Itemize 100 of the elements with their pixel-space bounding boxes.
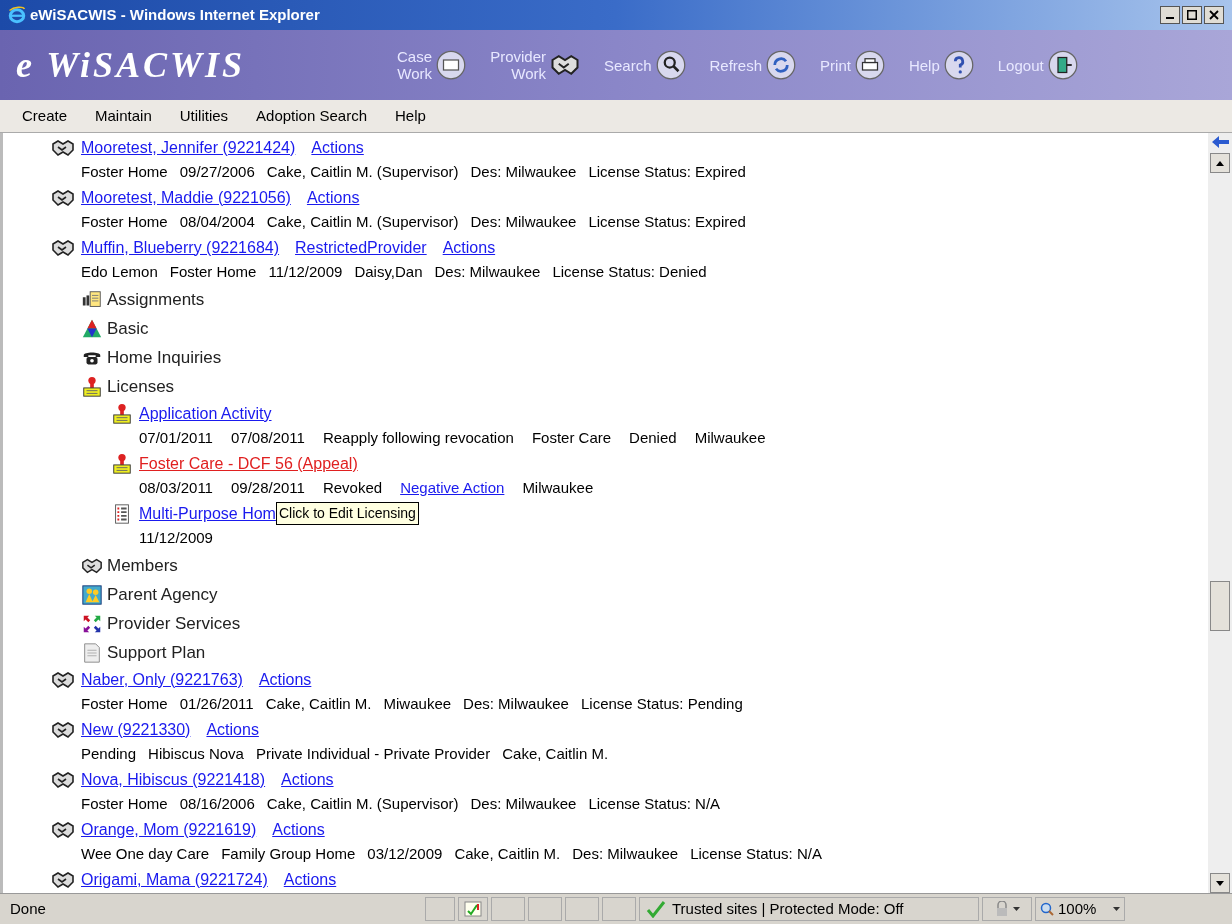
detail-text: License Status: N/A [690,844,822,865]
detail-text: Foster Home [81,212,168,233]
detail-text: Cake, Caitlin M. [265,694,372,715]
detail-text: License Status: Expired [588,162,746,183]
menu-item[interactable]: Maintain [95,104,152,128]
section-label: Basic [107,317,149,340]
zoom-icon [1040,902,1054,916]
section-label: Licenses [107,375,175,398]
menu-item[interactable]: Create [22,104,68,128]
detail-text: 11/12/2009 [268,262,343,283]
printer-icon [854,50,885,80]
detail-text: 01/26/2011 [179,694,254,715]
section-label: Parent Agency [107,583,218,606]
close-button[interactable] [1204,6,1224,24]
page-warning-icon [464,901,482,917]
detail-text: Des: Milwaukee [470,212,577,233]
license-link[interactable]: Multi-Purpose Hom [139,501,276,526]
detail-text: Des: Milwaukee [572,844,679,865]
section-label: Members [107,554,178,577]
detail-text: License Status: N/A [588,794,721,815]
detail-text: Edo Lemon [81,262,158,283]
detail-text: License Status: Expired [588,212,746,233]
actions-link[interactable]: Actions [258,667,312,692]
detail-text: 07/01/2011 [139,428,213,449]
detail-text: 03/12/2009 [367,844,443,865]
section-label: Provider Services [107,612,241,635]
tooltip: Click to Edit Licensing [275,502,419,525]
security-zone: Trusted sites | Protected Mode: Off [639,897,979,921]
section-label: Assignments [107,288,205,311]
detail-text: 08/04/2004 [179,212,255,233]
menu-item[interactable]: Utilities [179,104,229,128]
section-label: Home Inquiries [107,346,222,369]
actions-link[interactable]: Actions [311,135,364,160]
maximize-button[interactable] [1182,6,1202,24]
caret-icon [1113,907,1120,911]
menu-item[interactable]: Help [395,104,426,128]
detail-text: Family Group Home [221,844,356,865]
provider-link[interactable]: Origami, Mama (9221724) [81,867,268,892]
detail-link[interactable]: Negative Action [400,477,505,500]
minimize-button[interactable] [1160,6,1180,24]
detail-text: Wee One day Care [81,844,210,865]
license-link[interactable]: Foster Care - DCF 56 (Appeal) [139,451,358,476]
detail-text: Foster Home [169,262,257,283]
scroll-thumb[interactable] [1210,581,1230,631]
detail-text: Miwaukee [383,694,452,715]
scrollbar[interactable] [1208,133,1232,893]
up-arrow-icon [1216,160,1224,166]
checkmark-icon [646,900,666,918]
actions-link[interactable]: Actions [442,235,496,260]
actions-link[interactable]: Actions [281,767,334,792]
detail-text: Des: Milwaukee [463,694,569,715]
detail-text: Private Individual - Private Provider [255,744,491,765]
actions-link[interactable]: Actions [306,185,360,210]
status-pane [602,897,636,921]
detail-text: License Status: Pending [580,694,743,715]
provider-link[interactable]: New (9221330) [81,717,191,742]
browser-logo-icon [8,6,26,24]
provider-link[interactable]: Orange, Mom (9221619) [81,817,257,842]
actions-link[interactable]: Actions [283,867,337,892]
provider-link[interactable]: Nova, Hibiscus (9221418) [81,767,266,792]
people-icon [81,583,103,606]
detail-text: Milwaukee [694,428,766,449]
stamp-icon [111,402,133,425]
detail-text: Foster Home [81,694,168,715]
detail-text: Des: Milwaukee [470,162,577,183]
detail-text: Des: Milwaukee [470,794,577,815]
menu-item[interactable]: Adoption Search [256,104,367,128]
detail-text: 11/12/2009 [139,528,213,549]
detail-text: 08/16/2006 [179,794,255,815]
close-icon [1209,10,1219,20]
minimize-icon [1166,17,1174,19]
provider-link[interactable]: Mooretest, Maddie (9221056) [81,185,291,210]
actions-link[interactable]: Actions [272,817,325,842]
detail-text: Cake, Caitlin M. [502,744,609,765]
zoom-dropdown[interactable]: 100% [1035,897,1125,921]
provider-link[interactable]: Muffin, Blueberry (9221684) [81,235,280,260]
detail-text: Daisy,Dan [354,262,423,283]
status-text: Done [9,898,47,919]
lock-icon [994,901,1009,917]
app-logo: e WiSACWIS [16,44,247,87]
document-icon [81,641,103,664]
scroll-down-button[interactable] [1210,873,1230,893]
stamp-icon [111,452,133,475]
detail-text: Cake, Caitlin M. (Supervisor) [266,212,459,233]
provider-link[interactable]: Mooretest, Jennifer (9221424) [81,135,296,160]
license-link[interactable]: Application Activity [139,401,272,426]
detail-text: Foster Home [81,162,168,183]
scroll-up-button[interactable] [1210,153,1230,173]
detail-text: Foster Home [81,794,168,815]
door-icon [1047,50,1078,80]
provider-link[interactable]: RestrictedProvider [295,235,427,260]
actions-link[interactable]: Actions [206,717,259,742]
caret-icon [1012,907,1020,911]
detail-text: 07/08/2011 [230,428,305,449]
maximize-icon [1187,10,1197,20]
down-arrow-icon [1216,880,1224,886]
detail-text: 09/27/2006 [179,162,255,183]
provider-link[interactable]: Naber, Only (9221763) [81,667,243,692]
detail-text: 09/28/2011 [230,478,305,499]
detail-text: Hibiscus Nova [148,744,244,765]
